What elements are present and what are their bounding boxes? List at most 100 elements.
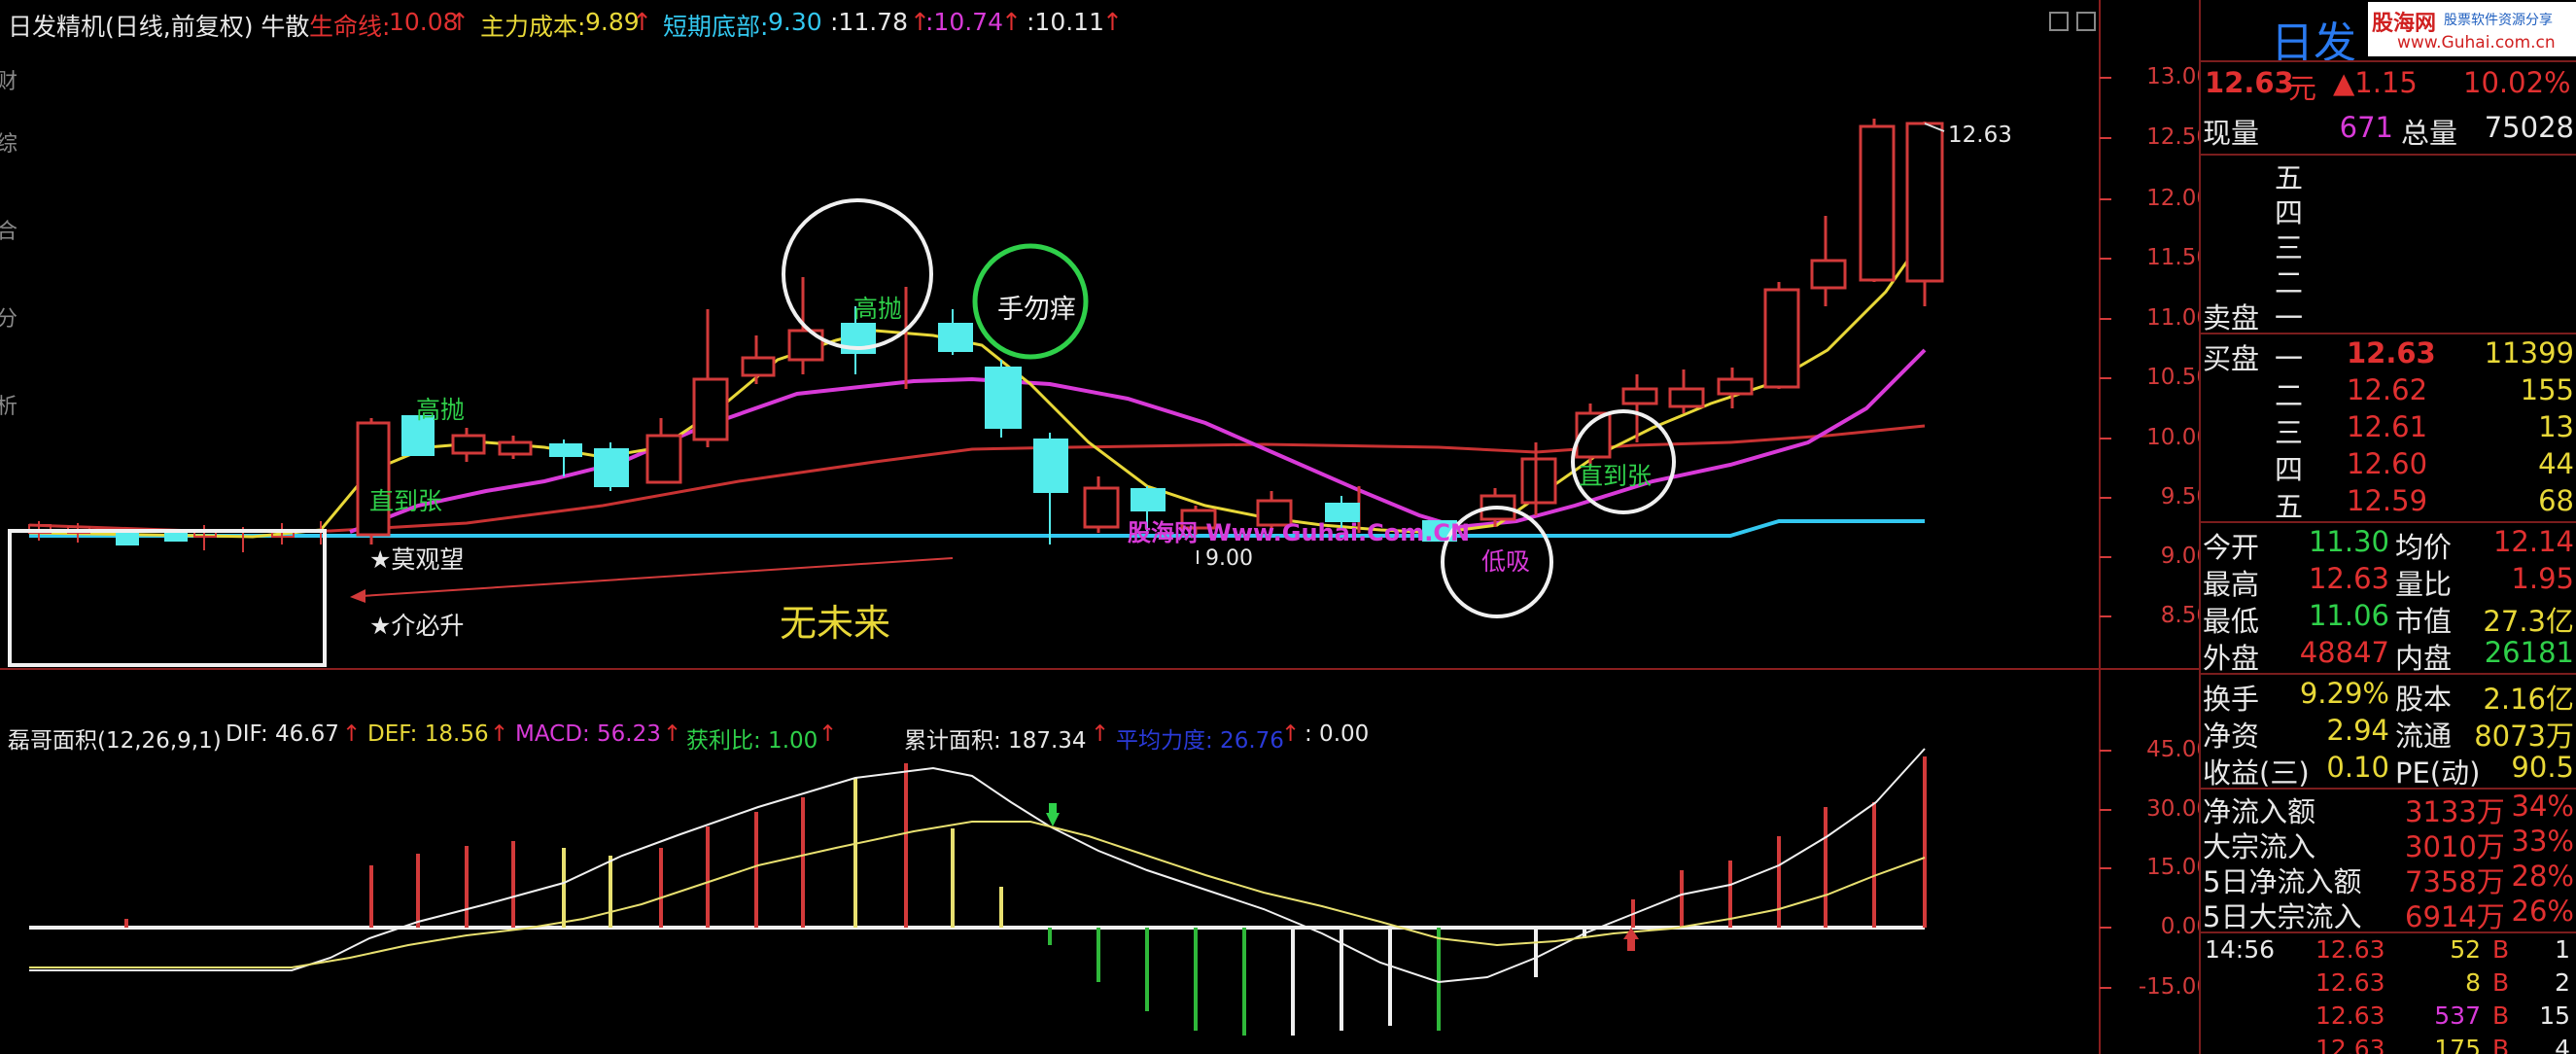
price-tick: 12.50 <box>2146 124 2210 150</box>
tick-time: 14:56 <box>2205 935 2276 964</box>
indicator-cum: 累计面积: 187.34 <box>904 728 1087 754</box>
tick-price: 12.63 <box>2315 968 2385 997</box>
stat-label: 内盘 <box>2395 642 2453 675</box>
lifeline-label: 生命线: <box>309 13 391 41</box>
tick-vol: 175 <box>2434 1035 2481 1054</box>
price-tick: 13.00 <box>2146 64 2210 89</box>
tick-vol: 8 <box>2465 968 2481 997</box>
stat-label: 外盘 <box>2203 642 2260 675</box>
annotation-until-rise-1: 直到张 <box>369 487 443 515</box>
price-tick: 9.50 <box>2160 484 2210 509</box>
indicator-macd: MACD: 56.23 <box>515 721 661 747</box>
tick-vol: 52 <box>2450 935 2481 964</box>
chart-title: 日发精机(日线,前复权) 牛散 <box>8 13 310 41</box>
xl-value: 671 <box>2339 111 2393 144</box>
macd-tick: 15.00 <box>2146 855 2210 880</box>
stat-label: 市值 <box>2395 605 2453 638</box>
macd-tick: -15.00 <box>2138 974 2210 1000</box>
flow-pct: 34% <box>2511 790 2574 823</box>
dif-line <box>29 748 1926 984</box>
left-tab-4[interactable]: 析 <box>0 389 17 420</box>
stat-label: 均价 <box>2395 531 2453 564</box>
annotation-low-buy: 低吸 <box>1481 547 1531 576</box>
fund-value: 90.5 <box>2511 751 2574 784</box>
macd-tick: 30.00 <box>2146 796 2210 822</box>
window-toggle-icon-2[interactable] <box>2076 12 2096 31</box>
buy-vol: 44 <box>2538 447 2574 480</box>
indicator-profit: 获利比: 1.00 <box>686 728 818 754</box>
header-arrow-4: ↑ <box>1102 8 1123 36</box>
price-axis-ticks <box>2100 77 2111 989</box>
indicator-avg: 平均力度: 26.76 <box>1116 728 1284 754</box>
sell-label: 卖盘 <box>2203 301 2260 334</box>
price-tick: 8.50 <box>2160 603 2210 628</box>
stat-label: 量比 <box>2395 568 2453 601</box>
price-change-pct: 10.02% <box>2463 66 2571 99</box>
left-tab-2[interactable]: 合 <box>0 214 17 245</box>
left-tab-1[interactable]: 综 <box>0 126 17 158</box>
lifeline-arrow: ↑ <box>449 8 470 36</box>
tick-count: 1 <box>2555 935 2570 964</box>
price-tick: 9.00 <box>2160 544 2210 569</box>
indicator-macd-arrow: ↑ <box>663 721 682 747</box>
left-tab-strip[interactable]: 财 综 合 分 析 <box>0 39 17 467</box>
stat-value: 11.30 <box>2308 525 2389 558</box>
site-url: www.Guhai.com.cn <box>2397 33 2556 53</box>
buy-price: 12.62 <box>2347 373 2428 406</box>
shortbottom-value: 9.30 <box>768 8 822 36</box>
zl-label: 总量 <box>2401 117 2458 150</box>
quote-panel: 日发 股海网 股票软件资源分享 www.Guhai.com.cn 12.63 元… <box>2199 0 2576 1054</box>
stat-value: 12.63 <box>2308 562 2389 595</box>
tick-price: 12.63 <box>2315 1001 2385 1030</box>
header-value-2: :11.78 <box>830 8 908 36</box>
indicator-cum-arrow: ↑ <box>1091 721 1110 747</box>
def-line <box>29 821 1926 968</box>
lifeline-value: 10.08 <box>389 8 459 36</box>
window-toggle-icon[interactable] <box>2049 12 2069 31</box>
indicator-dif: DIF: 46.67 <box>226 721 339 747</box>
buy-price: 12.61 <box>2347 410 2428 443</box>
header-value-3: :10.74 <box>925 8 1003 36</box>
annotation-high-sell-1: 高抛 <box>853 295 903 323</box>
annotation-must-rise: ★介必升 <box>369 612 465 640</box>
shortbottom-label: 短期底部: <box>663 13 769 41</box>
left-tab-3[interactable]: 分 <box>0 301 17 333</box>
buy-level: 二 <box>2275 379 2304 412</box>
annotation-no-future: 无未来 <box>780 602 891 645</box>
buy-level: 一 <box>2275 342 2304 375</box>
buy-price: 12.59 <box>2347 484 2428 517</box>
xl-label: 现量 <box>2203 117 2260 150</box>
annotation-until-rise-2: 直到张 <box>1579 462 1653 490</box>
indicator-zero: : 0.00 <box>1305 721 1370 747</box>
left-tab-0[interactable]: 财 <box>0 39 17 126</box>
maincost-label: 主力成本: <box>480 13 586 41</box>
tick-dir: B <box>2492 1035 2510 1054</box>
maincost-arrow: ↑ <box>632 8 652 36</box>
buy-level: 三 <box>2275 416 2304 449</box>
price-change: ▲1.15 <box>2333 66 2418 99</box>
indicator-def-arrow: ↑ <box>490 721 509 747</box>
header-arrow-3: ↑ <box>1001 8 1022 36</box>
fund-label: 净资 <box>2203 720 2260 753</box>
stat-label: 最低 <box>2203 605 2260 638</box>
tick-dir: B <box>2492 968 2510 997</box>
buy-price: 12.63 <box>2347 336 2436 369</box>
stat-value: 27.3亿 <box>2483 605 2574 638</box>
stat-value: 1.95 <box>2511 562 2574 595</box>
indicator-def: DEF: 18.56 <box>367 721 489 747</box>
indicator-name[interactable]: 磊哥面积(12,26,9,1) <box>8 721 222 755</box>
site-tag: 股票软件资源分享 <box>2444 13 2553 28</box>
price-tick: 11.00 <box>2146 305 2210 331</box>
left-box <box>8 529 327 667</box>
chart-watermark: 股海网 Www.Guhai.Com.CN <box>1128 519 1471 546</box>
indicator-profit-arrow: ↑ <box>818 721 838 747</box>
indicator-avg-arrow: ↑ <box>1281 721 1301 747</box>
price-unit: 元 <box>2288 72 2317 105</box>
annotation-hands-off: 手勿痒 <box>997 295 1076 325</box>
stat-label: 最高 <box>2203 568 2260 601</box>
indicator-dif-arrow: ↑ <box>342 721 362 747</box>
fund-label: 流通 <box>2395 720 2453 753</box>
header-value-4: :10.11 <box>1027 8 1104 36</box>
stat-value: 26181 <box>2484 636 2574 669</box>
tick-price: 12.63 <box>2315 1035 2385 1054</box>
